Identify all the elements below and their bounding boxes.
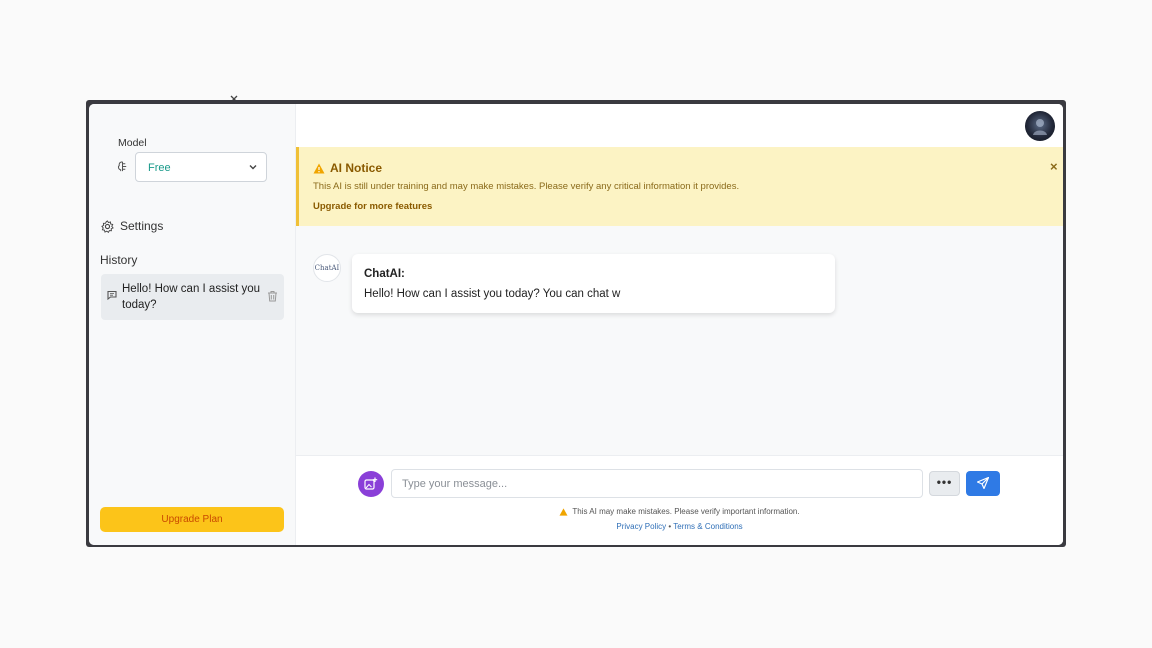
history-title: History	[100, 253, 138, 267]
gear-icon	[101, 219, 114, 233]
notice-message: This AI is still under training and may …	[313, 181, 740, 192]
settings-label: Settings	[120, 219, 164, 233]
settings-link[interactable]: Settings	[101, 218, 163, 234]
top-bar	[296, 104, 1063, 147]
notice-title: AI Notice	[330, 161, 383, 175]
footer-separator: •	[668, 522, 672, 531]
avatar-figure-icon	[1033, 119, 1047, 135]
bot-avatar-text: ChatAI	[314, 264, 340, 272]
privacy-policy-link[interactable]: Privacy Policy	[616, 522, 666, 531]
model-select-value: Free	[148, 162, 171, 174]
disclaimer-text: This AI may make mistakes. Please verify…	[572, 507, 800, 516]
main-panel: AI Notice This AI is still under trainin…	[296, 104, 1063, 545]
composer: ••• This AI may make mistakes. Please ve…	[296, 455, 1063, 545]
chat-bubble-icon	[107, 290, 117, 300]
chevron-down-icon	[249, 165, 257, 170]
history-item-text: Hello! How can I assist you today?	[122, 283, 261, 311]
more-label: •••	[936, 475, 953, 489]
brain-icon	[117, 161, 127, 172]
more-options-button[interactable]: •••	[929, 471, 960, 496]
sidebar: Model Free Settings History Hello! How c…	[89, 104, 296, 545]
history-item[interactable]: Hello! How can I assist you today?	[101, 274, 284, 320]
footer-links: Privacy Policy • Terms & Conditions	[296, 522, 1063, 531]
warning-icon	[313, 163, 325, 173]
terms-link[interactable]: Terms & Conditions	[673, 522, 742, 531]
chat-message: ChatAI: Hello! How can I assist you toda…	[352, 254, 835, 313]
message-sender: ChatAI:	[364, 268, 405, 280]
message-input[interactable]	[391, 469, 923, 498]
user-avatar[interactable]	[1025, 111, 1055, 141]
disclaimer: This AI may make mistakes. Please verify…	[296, 507, 1063, 516]
upgrade-link[interactable]: Upgrade for more features	[313, 201, 432, 212]
image-attach-icon	[364, 477, 378, 490]
send-icon	[977, 477, 989, 489]
message-text: Hello! How can I assist you today? You c…	[364, 288, 621, 300]
ai-notice-banner: AI Notice This AI is still under trainin…	[296, 147, 1063, 226]
image-attach-button[interactable]	[358, 471, 384, 497]
bot-avatar: ChatAI	[313, 254, 341, 282]
send-button[interactable]	[966, 471, 1000, 496]
warning-icon	[559, 507, 568, 516]
upgrade-plan-button[interactable]: Upgrade Plan	[100, 507, 284, 532]
trash-icon[interactable]	[267, 290, 278, 302]
model-label: Model	[118, 137, 147, 149]
app-window: Model Free Settings History Hello! How c…	[89, 104, 1063, 545]
model-select[interactable]: Free	[135, 152, 267, 182]
close-icon[interactable]: ×	[1050, 159, 1058, 174]
